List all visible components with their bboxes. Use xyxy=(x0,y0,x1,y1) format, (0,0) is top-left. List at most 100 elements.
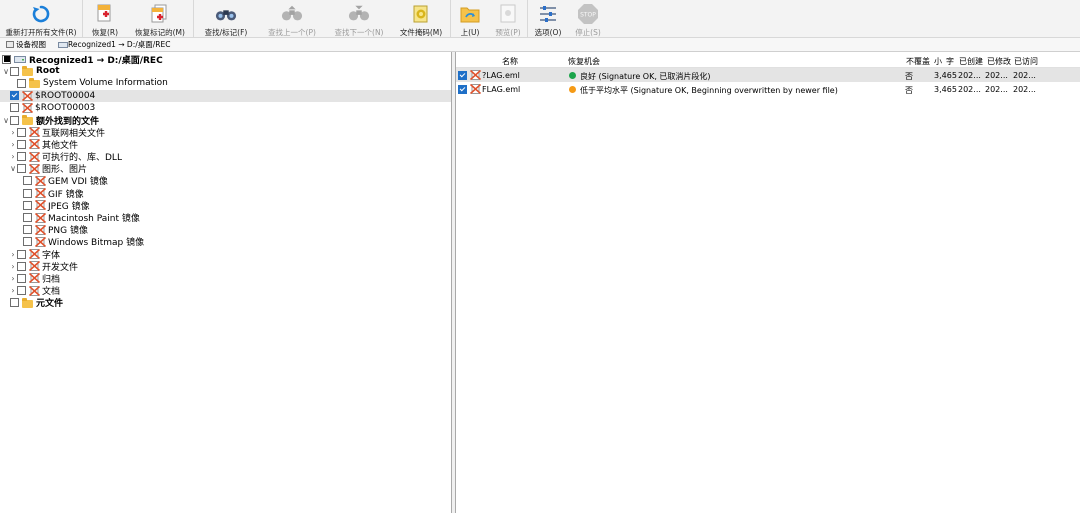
tree-item-checkbox[interactable] xyxy=(23,200,32,210)
tree-item-checkbox[interactable] xyxy=(10,298,19,308)
tree-item[interactable]: PNG 镜像 xyxy=(0,224,451,236)
file-name: FLAG.eml xyxy=(482,84,521,94)
stop-icon-text: STOP xyxy=(580,12,596,19)
chevron-right-icon[interactable]: › xyxy=(9,286,17,296)
chevron-down-icon[interactable]: ∨ xyxy=(2,115,10,125)
tree-item-checkbox[interactable] xyxy=(23,225,32,235)
folder-icon xyxy=(22,66,33,77)
tree-item[interactable]: $ROOT00004 xyxy=(0,89,451,102)
tree-item-checkbox[interactable] xyxy=(10,103,19,113)
tree-item-checkbox[interactable] xyxy=(17,261,26,271)
tree-item[interactable]: $ROOT00003 xyxy=(0,102,451,114)
tree-item-checkbox[interactable] xyxy=(23,237,32,247)
tree-item[interactable]: › 字体 xyxy=(0,248,451,261)
preview-button[interactable]: 预览(P) xyxy=(489,0,527,38)
find-previous-button[interactable]: 查找上一个(P) xyxy=(258,0,326,38)
tree-item-checkbox[interactable] xyxy=(10,66,19,76)
deleted-file-icon xyxy=(29,151,40,162)
column-header-accessed[interactable]: 已访问 xyxy=(1014,56,1038,67)
column-header-modified[interactable]: 已修改 xyxy=(987,56,1011,67)
folder-icon xyxy=(22,297,33,308)
table-row[interactable]: FLAG.eml 低于平均水平 (Signature OK, Beginning… xyxy=(456,82,1080,96)
column-header-overwritten[interactable]: 不覆盖 xyxy=(906,56,930,67)
stop-icon: STOP xyxy=(577,3,599,25)
tree-item-checkbox[interactable] xyxy=(17,273,26,283)
tree-item[interactable]: System Volume Information xyxy=(0,77,451,89)
folder-icon xyxy=(29,78,40,89)
file-list-pane[interactable]: 名称 恢复机会 不覆盖 小 字 已创建 已修改 已访问 ?LAG.eml 良好 … xyxy=(456,52,1080,513)
file-size: 3,465 xyxy=(934,84,957,94)
tree-item-checkbox[interactable] xyxy=(17,139,26,149)
tree-item-checkbox[interactable] xyxy=(10,91,19,101)
up-button[interactable]: 上(U) xyxy=(451,0,489,38)
reopen-all-files-label: 重新打开所有文件(R) xyxy=(5,28,77,37)
accessed-date: 202... xyxy=(1013,70,1036,80)
tree-item[interactable]: Recognized1 → D:/桌面/REC xyxy=(0,53,451,66)
tree-item-checkbox[interactable] xyxy=(2,54,11,64)
table-row[interactable]: ?LAG.eml 良好 (Signature OK, 已取消片段化) 否 3,4… xyxy=(456,68,1080,82)
overwritten-value: 否 xyxy=(905,85,913,95)
chevron-right-icon[interactable]: › xyxy=(9,139,17,149)
chevron-right-icon[interactable]: › xyxy=(9,249,17,259)
tab-device-view[interactable]: 设备视图 xyxy=(0,38,52,52)
file-mask-button[interactable]: 文件掩码(M) xyxy=(392,0,450,38)
tree-item[interactable]: GIF 镜像 xyxy=(0,187,451,200)
chevron-down-icon[interactable]: ∨ xyxy=(9,164,17,174)
chevron-right-icon[interactable]: › xyxy=(9,261,17,271)
tree-item-label: Windows Bitmap 镜像 xyxy=(48,238,145,249)
column-header-recovery-chance[interactable]: 恢复机会 xyxy=(568,56,600,67)
tree-item-checkbox[interactable] xyxy=(23,188,32,198)
tree-item-checkbox[interactable] xyxy=(17,127,26,137)
deleted-file-icon xyxy=(35,236,46,247)
tree-item-checkbox[interactable] xyxy=(17,78,26,88)
row-checkbox[interactable] xyxy=(458,70,467,80)
tree-item-label: System Volume Information xyxy=(43,78,168,89)
tree-item[interactable]: › 文档 xyxy=(0,285,451,297)
tree-item[interactable]: GEM VDI 镜像 xyxy=(0,175,451,187)
tree-item[interactable]: Windows Bitmap 镜像 xyxy=(0,236,451,248)
binoculars-icon xyxy=(215,3,237,25)
tree-item[interactable]: ∨ 额外找到的文件 xyxy=(0,114,451,127)
column-header-created[interactable]: 已创建 xyxy=(959,56,983,67)
tree-item[interactable]: Macintosh Paint 镜像 xyxy=(0,211,451,224)
tree-item[interactable]: 元文件 xyxy=(0,297,451,309)
options-button[interactable]: 选项(O) xyxy=(528,0,568,38)
find-next-button[interactable]: 查找下一个(N) xyxy=(326,0,392,38)
deleted-file-icon xyxy=(22,90,33,101)
find-mark-button[interactable]: 查找/标记(F) xyxy=(194,0,258,38)
tab-recognized-volume[interactable]: Recognized1 → D:/桌面/REC xyxy=(52,38,176,52)
column-header-size[interactable]: 小 xyxy=(934,56,942,67)
recover-marked-button[interactable]: 恢复标记的(M) xyxy=(127,0,193,38)
tree-item[interactable]: ∨ Root xyxy=(0,65,451,77)
tree-item-checkbox[interactable] xyxy=(23,213,32,223)
chevron-down-icon[interactable]: ∨ xyxy=(2,66,10,76)
tree-item-checkbox[interactable] xyxy=(17,164,26,174)
tree-item[interactable]: › 归档 xyxy=(0,272,451,285)
tree-item-checkbox[interactable] xyxy=(17,286,26,296)
column-header-name[interactable]: 名称 xyxy=(502,56,518,67)
toolbar: 重新打开所有文件(R) 恢复(R) 恢复标记的(M) 查找/标记(F) 查找上一… xyxy=(0,0,1080,38)
chevron-right-icon[interactable]: › xyxy=(9,273,17,283)
tree-item-checkbox[interactable] xyxy=(17,152,26,162)
chevron-right-icon[interactable]: › xyxy=(9,152,17,162)
tree-item[interactable]: JPEG 镜像 xyxy=(0,199,451,212)
tree-item[interactable]: › 开发文件 xyxy=(0,260,451,273)
tree-item[interactable]: › 其他文件 xyxy=(0,138,451,151)
chevron-right-icon[interactable]: › xyxy=(9,127,17,137)
toolbar-group-find: 查找/标记(F) 查找上一个(P) 查找下一个(N) 文件掩码(M) xyxy=(194,0,451,38)
tree-item[interactable]: › 可执行的、库、DLL xyxy=(0,151,451,163)
reopen-all-files-button[interactable]: 重新打开所有文件(R) xyxy=(0,0,82,38)
column-header-size-unit[interactable]: 字 xyxy=(946,56,954,67)
folder-tree-pane[interactable]: Recognized1 → D:/桌面/REC ∨ Root System Volum… xyxy=(0,52,452,513)
tree-item-checkbox[interactable] xyxy=(17,249,26,259)
tree-item-label: 元文件 xyxy=(36,299,64,310)
tree-item-checkbox[interactable] xyxy=(23,176,32,186)
tree-item[interactable]: › 互联网相关文件 xyxy=(0,126,451,139)
toolbar-group-file: 重新打开所有文件(R) xyxy=(0,0,83,38)
stop-button[interactable]: STOP 停止(S) xyxy=(568,0,608,38)
tree-item[interactable]: ∨ 图形、图片 xyxy=(0,163,451,175)
recover-button[interactable]: 恢复(R) xyxy=(83,0,127,38)
preview-icon xyxy=(497,3,519,25)
tree-item-checkbox[interactable] xyxy=(10,115,19,125)
row-checkbox[interactable] xyxy=(458,84,467,94)
